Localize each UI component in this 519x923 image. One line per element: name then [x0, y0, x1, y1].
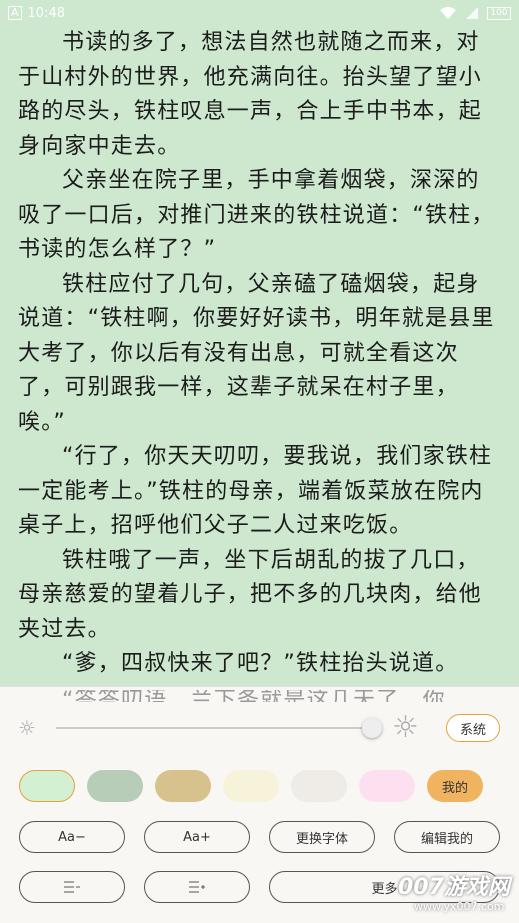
- theme-swatch-green-light[interactable]: [19, 770, 75, 802]
- edit-mine-button[interactable]: 编辑我的: [394, 821, 500, 853]
- line-spacing-smaller-button[interactable]: [19, 871, 125, 903]
- font-indicator-icon: A: [8, 6, 22, 20]
- battery-icon: 100: [487, 6, 511, 20]
- font-smaller-button[interactable]: Aa−: [19, 821, 125, 853]
- brightness-slider-thumb[interactable]: [362, 718, 382, 738]
- paragraph: 铁柱应付了几句，父亲磕了磕烟袋，起身说道：“铁柱啊，你要好好读书，明年就是县里大…: [18, 271, 495, 435]
- brightness-slider[interactable]: [56, 727, 372, 729]
- theme-swatch-green-gray[interactable]: [87, 770, 143, 802]
- paragraph: “爹，四叔快来了吧？”铁柱抬头说道。: [62, 651, 459, 676]
- theme-swatch-tan[interactable]: [155, 770, 211, 802]
- system-brightness-button[interactable]: 系统: [446, 714, 500, 742]
- theme-swatch-light-gray[interactable]: [291, 770, 347, 802]
- hidden-paragraph-peek: “答答叨语，兰下条就是这几天了，你: [18, 690, 502, 702]
- line-spacing-increase-icon: [189, 881, 205, 893]
- theme-mine-button[interactable]: 我的: [427, 770, 483, 802]
- paragraph: “行了，你天天叨叨，要我说，我们家铁柱一定能考上。”铁柱的母亲，端着饭菜放在院内…: [18, 444, 493, 538]
- wifi-icon: [440, 7, 456, 19]
- watermark-logo: 007游戏网 www.yx007.com: [398, 876, 518, 920]
- reader-content: 书读的多了，想法自然也就随之而来，对于山村外的世界，他充满向往。抬头望了望小路的…: [18, 26, 502, 682]
- status-time: 10:48: [27, 5, 65, 21]
- watermark-title: 007游戏网: [398, 875, 510, 900]
- status-bar: A 10:48 100: [0, 0, 519, 26]
- change-font-button[interactable]: 更换字体: [269, 821, 375, 853]
- paragraph: 父亲坐在院子里，手中拿着烟袋，深深的吸了一口后，对推门进来的铁柱说道：“铁柱，书…: [18, 168, 495, 262]
- font-larger-button[interactable]: Aa+: [144, 821, 250, 853]
- paragraph: 铁柱哦了一声，坐下后胡乱的拔了几口，母亲慈爱的望着儿子，把不多的几块肉，给他夹过…: [18, 547, 483, 642]
- brightness-high-icon: ☼: [392, 710, 419, 745]
- watermark-url: www.yx007.com: [414, 900, 505, 913]
- line-spacing-decrease-icon: [64, 881, 80, 893]
- theme-swatch-cream[interactable]: [223, 770, 279, 802]
- brightness-low-icon: ☼: [18, 716, 36, 740]
- line-spacing-larger-button[interactable]: [144, 871, 250, 903]
- paragraph: 书读的多了，想法自然也就随之而来，对于山村外的世界，他充满向往。抬头望了望小路的…: [18, 30, 483, 159]
- signal-icon: [466, 7, 478, 19]
- theme-swatch-pink[interactable]: [359, 770, 415, 802]
